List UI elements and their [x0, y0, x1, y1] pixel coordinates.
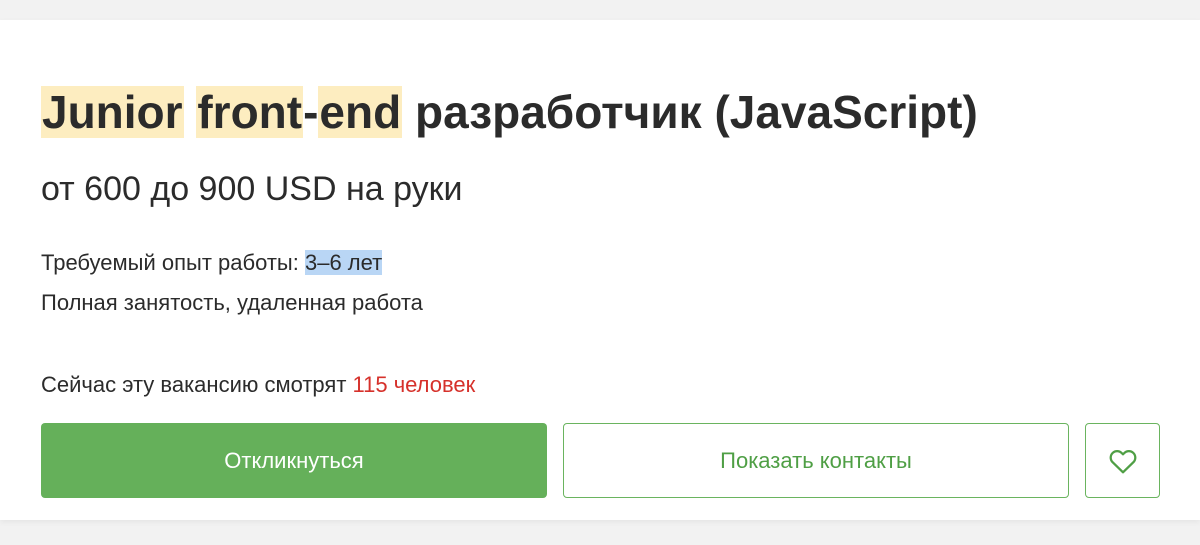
- viewers-line: Сейчас эту вакансию смотрят 115 человек: [41, 370, 475, 400]
- experience-label: Требуемый опыт работы:: [41, 250, 305, 275]
- experience-line: Требуемый опыт работы: 3–6 лет: [41, 248, 383, 278]
- title-highlight-end: end: [318, 86, 403, 138]
- apply-button[interactable]: Откликнуться: [41, 423, 547, 498]
- viewers-text: Сейчас эту вакансию смотрят: [41, 372, 353, 397]
- favorite-button[interactable]: [1085, 423, 1160, 498]
- viewers-count: 115 человек: [352, 372, 476, 397]
- title-hyphen: -: [303, 86, 319, 138]
- employment-type: Полная занятость, удаленная работа: [41, 290, 423, 315]
- show-contacts-label: Показать контакты: [720, 447, 912, 473]
- title-highlight-front: front: [196, 86, 304, 138]
- experience-value: 3–6 лет: [304, 250, 383, 275]
- vacancy-salary: от 600 до 900 USD на руки: [41, 170, 463, 208]
- heart-icon: [1109, 449, 1136, 473]
- apply-button-label: Откликнуться: [224, 447, 364, 473]
- vacancy-card: Junior front-end разработчик (JavaScript…: [0, 20, 1200, 520]
- show-contacts-button[interactable]: Показать контакты: [563, 423, 1069, 498]
- vacancy-title: Junior front-end разработчик (JavaScript…: [41, 82, 978, 142]
- title-rest: разработчик (JavaScript): [414, 86, 978, 138]
- title-highlight-junior: Junior: [41, 86, 184, 138]
